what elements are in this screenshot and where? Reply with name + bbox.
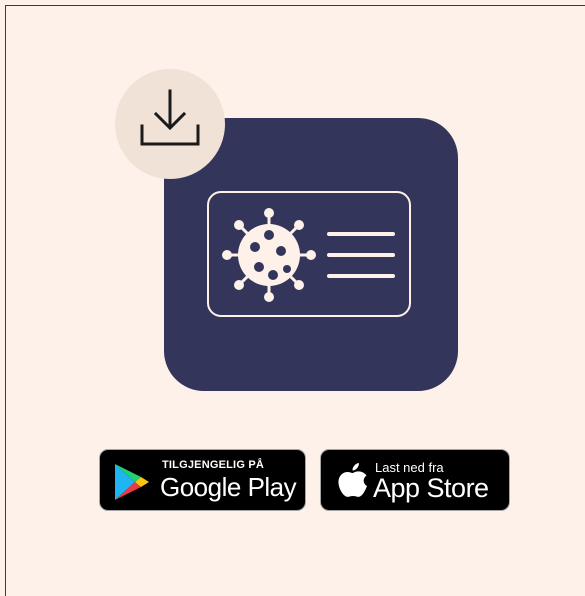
google-play-button[interactable]: TILGJENGELIG PÅ Google Play <box>99 449 306 511</box>
virus-icon <box>222 208 316 302</box>
app-store-big-text: App Store <box>373 473 489 503</box>
app-store-button[interactable]: Last ned fra App Store <box>320 449 510 511</box>
certificate-card-icon <box>207 191 411 317</box>
download-badge <box>115 69 225 179</box>
google-play-small-text: TILGJENGELIG PÅ <box>162 459 265 471</box>
download-icon <box>140 89 200 146</box>
google-play-logo-icon <box>115 464 149 500</box>
apple-logo-icon <box>338 463 367 497</box>
google-play-big-text: Google Play <box>160 472 297 502</box>
